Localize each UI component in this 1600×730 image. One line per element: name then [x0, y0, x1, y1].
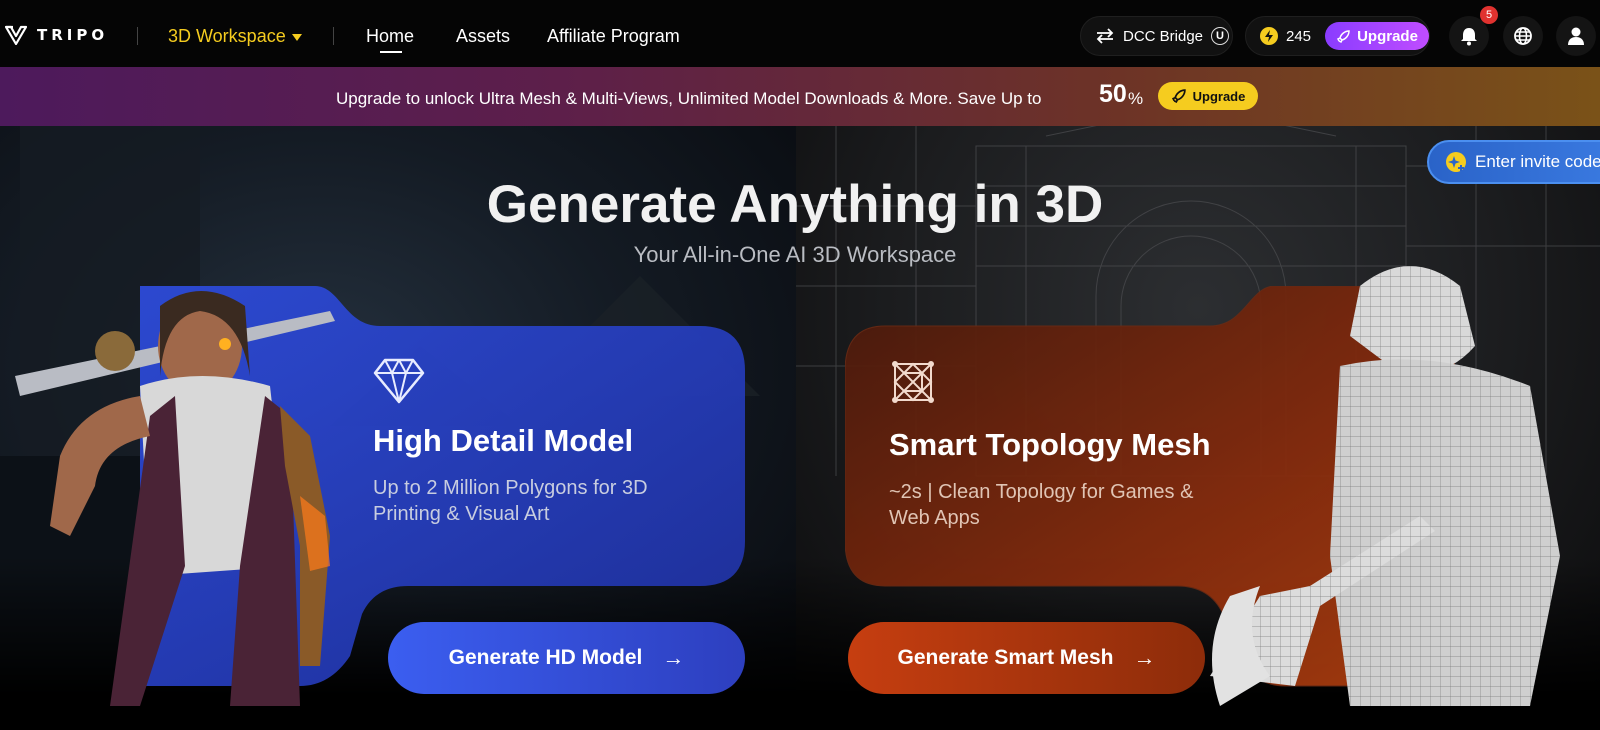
top-navigation-bar: TRIPO 3D Workspace Home Assets Affiliate… — [0, 0, 1600, 67]
promo-discount: 50 — [1099, 80, 1127, 108]
credits-count: 245 — [1286, 27, 1312, 45]
hero-title: Generate Anything in 3D — [486, 175, 1104, 234]
promo-banner: Upgrade to unlock Ultra Mesh & Multi-Vie… — [0, 67, 1600, 126]
arrow-right-icon: → — [662, 645, 685, 670]
high-detail-card-title: High Detail Model — [373, 423, 634, 458]
promo-percent: % — [1128, 89, 1144, 108]
globe-icon — [1514, 27, 1532, 45]
dcc-bridge-label: DCC Bridge — [1123, 27, 1204, 45]
bell-icon — [1461, 28, 1477, 46]
generate-hd-model-label: Generate HD Model — [448, 646, 643, 669]
generate-hd-model-button[interactable]: Generate HD Model → — [388, 622, 745, 694]
tripo-logo[interactable]: TRIPO — [5, 25, 108, 45]
workspace-dropdown[interactable]: 3D Workspace — [168, 26, 302, 47]
warrior-character-image — [0, 236, 360, 706]
rocket-icon — [1337, 29, 1350, 43]
workspace-label: 3D Workspace — [168, 26, 286, 46]
user-icon — [1568, 27, 1584, 45]
caret-down-icon — [291, 34, 302, 41]
promo-upgrade-button[interactable]: Upgrade — [1158, 82, 1258, 110]
invite-code-label: Enter invite code — [1475, 152, 1600, 171]
logo-text: TRIPO — [37, 26, 109, 44]
mesh-icon — [892, 361, 934, 403]
promo-upgrade-label: Upgrade — [1192, 88, 1246, 104]
nav-home[interactable]: Home — [366, 26, 414, 47]
armored-bear-character-image — [1200, 256, 1600, 706]
smart-topology-card-description: ~2s | Clean Topology for Games & Web App… — [889, 481, 1194, 529]
nav-active-indicator — [380, 51, 402, 53]
account-button[interactable] — [1556, 16, 1596, 56]
upgrade-button[interactable]: Upgrade — [1325, 22, 1429, 50]
divider — [137, 27, 138, 45]
language-button[interactable] — [1503, 16, 1543, 56]
diamond-icon — [373, 358, 425, 404]
sparkle-plus-icon — [1446, 152, 1466, 172]
divider — [333, 27, 334, 45]
hero-section: Generate Anything in 3D Your All-in-One … — [0, 126, 1600, 730]
notification-count-badge: 5 — [1480, 6, 1498, 24]
dcc-bridge-button[interactable]: DCC Bridge U — [1080, 16, 1233, 56]
promo-text: Upgrade to unlock Ultra Mesh & Multi-Vie… — [336, 89, 1042, 108]
smart-topology-card-content: Smart Topology Mesh ~2s | Clean Topology… — [889, 358, 1219, 531]
high-detail-card-description: Up to 2 Million Polygons for 3D Printing… — [373, 477, 648, 525]
upgrade-label: Upgrade — [1357, 27, 1418, 45]
tripo-logo-icon — [5, 25, 27, 45]
swap-arrows-icon — [1096, 28, 1114, 44]
generate-smart-mesh-label: Generate Smart Mesh — [897, 646, 1114, 669]
rocket-icon — [1171, 89, 1186, 104]
high-detail-card-content: High Detail Model Up to 2 Million Polygo… — [373, 358, 693, 527]
smart-topology-card-title: Smart Topology Mesh — [889, 427, 1211, 462]
generate-smart-mesh-button[interactable]: Generate Smart Mesh → — [848, 622, 1205, 694]
nav-assets[interactable]: Assets — [456, 26, 510, 47]
invite-code-button[interactable]: Enter invite code — [1427, 140, 1600, 184]
unreal-engine-icon: U — [1211, 27, 1230, 45]
nav-affiliate-program[interactable]: Affiliate Program — [547, 26, 680, 47]
lightning-icon — [1260, 27, 1278, 45]
arrow-right-icon: → — [1133, 645, 1156, 670]
